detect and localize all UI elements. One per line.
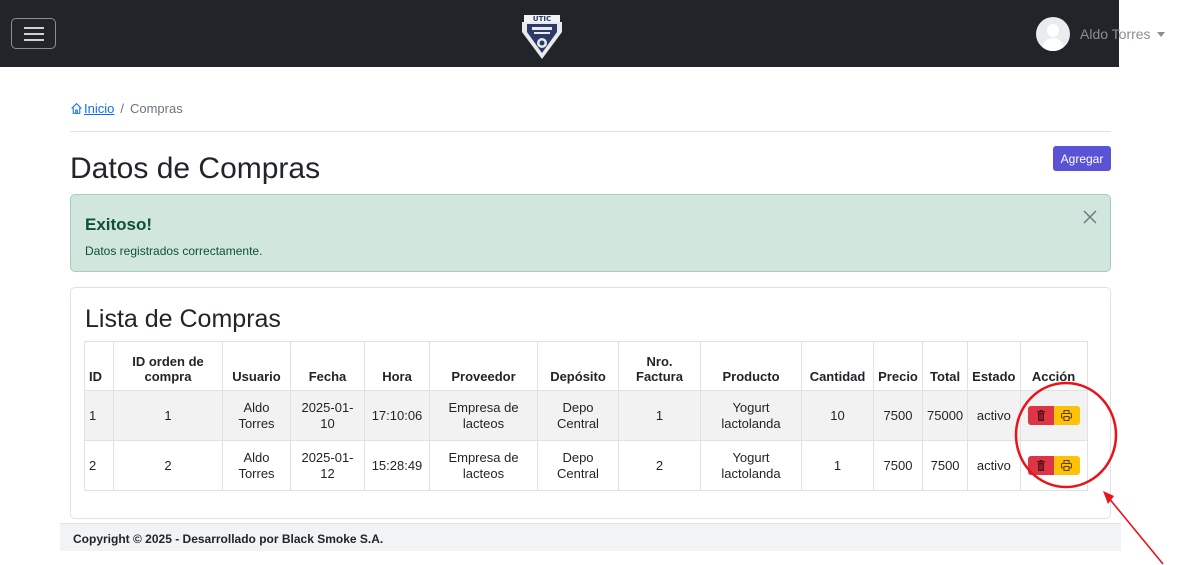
divider [70, 131, 1111, 132]
cell-price: 7500 [873, 440, 923, 491]
table-row: 2 2 Aldo Torres 2025-01-12 15:28:49 Empr… [84, 440, 1088, 491]
cell-status: activo [967, 390, 1021, 441]
utic-logo: UTIC [520, 10, 564, 60]
add-button[interactable]: Agregar [1053, 146, 1111, 171]
trash-icon [1036, 460, 1045, 471]
alert-message: Datos registrados correctamente. [85, 244, 263, 258]
action-button-group [1027, 406, 1080, 425]
purchases-card: Lista de Compras ID ID orden de compra U… [70, 287, 1111, 519]
cell-deposit: Depo Central [537, 390, 619, 441]
delete-button[interactable] [1027, 406, 1054, 425]
table-header-row: ID ID orden de compra Usuario Fecha Hora… [84, 341, 1088, 391]
alert-title: Exitoso! [85, 215, 153, 234]
breadcrumb: Inicio / Compras [70, 101, 183, 116]
cell-supplier: Empresa de lacteos [429, 390, 538, 441]
breadcrumb-separator: / [120, 101, 124, 116]
cell-deposit: Depo Central [537, 440, 619, 491]
cell-actions [1019, 390, 1088, 441]
user-name: Aldo Torres [1080, 26, 1151, 42]
delete-button[interactable] [1027, 456, 1054, 475]
column-header-user: Usuario [222, 341, 291, 391]
page-title: Datos de Compras [70, 152, 321, 185]
breadcrumb-current: Compras [129, 101, 183, 116]
close-icon[interactable] [1082, 209, 1098, 225]
printer-icon [1061, 410, 1072, 421]
cell-id: 2 [84, 440, 114, 491]
cell-id: 1 [84, 390, 114, 441]
hamburger-icon-line [24, 27, 44, 29]
cell-quantity: 1 [801, 440, 874, 491]
success-alert: Exitoso! Datos registrados correctamente… [70, 194, 1111, 272]
hamburger-icon-line [24, 33, 44, 35]
cell-quantity: 10 [801, 390, 874, 441]
table-row: 1 1 Aldo Torres 2025-01-10 17:10:06 Empr… [84, 390, 1088, 441]
cell-user: Aldo Torres [222, 390, 291, 441]
column-header-action: Acción [1019, 341, 1088, 391]
cell-product: Yogurt lactolanda [700, 390, 802, 441]
breadcrumb-home-link[interactable]: Inicio [70, 101, 114, 116]
column-header-id: ID [84, 341, 114, 391]
avatar [1036, 17, 1070, 51]
chevron-down-icon [1156, 31, 1165, 37]
column-header-product: Producto [700, 341, 802, 391]
column-header-date: Fecha [290, 341, 365, 391]
footer: Copyright © 2025 - Desarrollado por Blac… [60, 523, 1121, 551]
cell-supplier: Empresa de lacteos [429, 440, 538, 491]
footer-copyright: Copyright © 2025 - Desarrollado por Blac… [73, 532, 384, 546]
column-header-total: Total [921, 341, 969, 391]
cell-user: Aldo Torres [222, 440, 291, 491]
cell-time: 17:10:06 [364, 390, 430, 441]
trash-icon [1036, 410, 1045, 421]
cell-date: 2025-01-10 [290, 390, 365, 441]
column-header-deposit: Depósito [537, 341, 619, 391]
hamburger-icon-line [24, 39, 44, 41]
purchases-table: ID ID orden de compra Usuario Fecha Hora… [84, 341, 1088, 491]
column-header-price: Precio [873, 341, 923, 391]
cell-order-id: 1 [113, 390, 223, 441]
cell-total: 7500 [921, 440, 969, 491]
cell-time: 15:28:49 [364, 440, 430, 491]
top-navbar: UTIC Aldo Torres [0, 0, 1165, 67]
breadcrumb-home-label: Inicio [84, 101, 115, 116]
logo-text: UTIC [533, 15, 551, 23]
print-button[interactable] [1053, 456, 1080, 475]
action-button-group [1027, 456, 1080, 475]
cell-invoice: 1 [618, 390, 701, 441]
column-header-quantity: Cantidad [801, 341, 874, 391]
cell-actions [1019, 440, 1088, 491]
cell-status: activo [967, 440, 1021, 491]
utic-logo-shield: UTIC [522, 15, 562, 59]
home-icon [71, 102, 82, 114]
printer-icon [1061, 460, 1072, 471]
menu-toggle-button[interactable] [11, 18, 56, 49]
column-header-order-id: ID orden de compra [113, 341, 223, 391]
column-header-time: Hora [364, 341, 430, 391]
column-header-supplier: Proveedor [429, 341, 538, 391]
column-header-status: Estado [967, 341, 1021, 391]
card-title: Lista de Compras [85, 305, 281, 333]
print-button[interactable] [1053, 406, 1080, 425]
cell-date: 2025-01-12 [290, 440, 365, 491]
cell-total: 75000 [921, 390, 969, 441]
cell-invoice: 2 [618, 440, 701, 491]
cell-product: Yogurt lactolanda [700, 440, 802, 491]
cell-price: 7500 [873, 390, 923, 441]
column-header-invoice: Nro. Factura [618, 341, 701, 391]
cell-order-id: 2 [113, 440, 223, 491]
user-menu[interactable]: Aldo Torres [1036, 17, 1165, 51]
